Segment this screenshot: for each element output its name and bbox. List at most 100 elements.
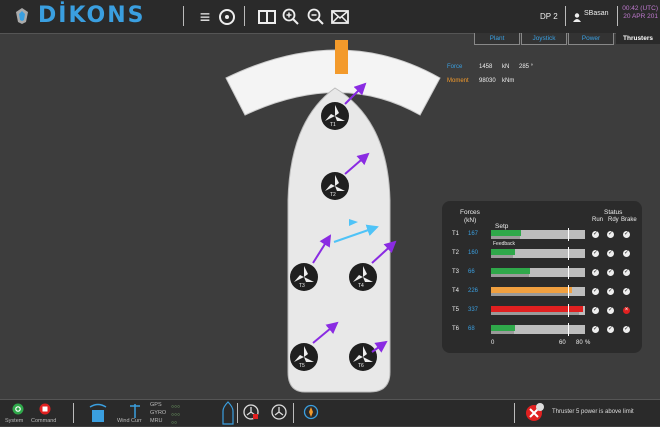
mru-label: MRU bbox=[150, 418, 163, 424]
status-ok-icon: ✓ bbox=[607, 288, 614, 295]
thruster-t6[interactable]: T6 bbox=[348, 342, 378, 372]
thruster-label: T5 bbox=[299, 363, 305, 369]
thruster-label: T2 bbox=[330, 192, 336, 198]
row-force-value: 337 bbox=[468, 307, 479, 313]
forces-unit: (kN) bbox=[464, 217, 477, 224]
status-ok-icon: ✓ bbox=[607, 250, 614, 257]
gps-label: GPS bbox=[150, 402, 162, 408]
limit-line bbox=[568, 228, 569, 241]
compass-icon[interactable] bbox=[303, 403, 319, 421]
axis-tick-0: 0 bbox=[491, 340, 495, 346]
status-ok-icon: ✓ bbox=[623, 288, 630, 295]
heading-marker bbox=[335, 40, 348, 74]
status-ok-icon: ✓ bbox=[607, 326, 614, 333]
row-name: T3 bbox=[452, 269, 460, 275]
feedback-bar bbox=[491, 255, 514, 258]
force-unit: kN bbox=[502, 64, 510, 70]
axis-tick-80: 80 bbox=[576, 340, 583, 346]
status-ok-icon: ✓ bbox=[623, 250, 630, 257]
status-col-run: Run bbox=[592, 217, 604, 223]
status-ok-icon: ✓ bbox=[592, 269, 599, 276]
feedback-bar bbox=[491, 274, 529, 277]
force-value: 1458 bbox=[479, 64, 493, 70]
row-force-value: 226 bbox=[468, 288, 479, 294]
separator bbox=[73, 403, 74, 423]
thruster-label: T3 bbox=[299, 283, 305, 289]
system-label: System bbox=[5, 418, 24, 424]
thruster-label: T1 bbox=[330, 122, 336, 128]
setp-label: Setp bbox=[495, 223, 509, 230]
axis-tick-60: 60 bbox=[559, 340, 566, 346]
alarm-icon[interactable] bbox=[525, 402, 545, 422]
status-ok-icon: ✓ bbox=[592, 326, 599, 333]
row-name: T2 bbox=[452, 250, 460, 256]
limit-line bbox=[568, 304, 569, 317]
separator bbox=[237, 403, 238, 423]
brake-alarm-icon: × bbox=[623, 307, 630, 314]
row-force-bar bbox=[491, 306, 585, 315]
status-ok-icon: ✓ bbox=[623, 231, 630, 238]
force-readout: Force 1458 kN 285 ° bbox=[447, 64, 533, 70]
thruster-t4[interactable]: T4 bbox=[348, 262, 378, 292]
gyro-label: GYRO bbox=[150, 410, 167, 416]
row-name: T5 bbox=[452, 307, 460, 313]
row-name: T4 bbox=[452, 288, 460, 294]
row-force-bar bbox=[491, 268, 585, 277]
status-ok-icon: ✓ bbox=[592, 307, 599, 314]
feedback-bar bbox=[491, 236, 520, 239]
status-ok-icon: ✓ bbox=[623, 269, 630, 276]
row-force-bar bbox=[491, 287, 585, 296]
force-label: Force bbox=[447, 64, 463, 70]
row-force-bar bbox=[491, 325, 585, 334]
thruster-t2[interactable]: T2 bbox=[320, 171, 350, 201]
thruster-label: T4 bbox=[358, 283, 364, 289]
limit-line bbox=[568, 266, 569, 279]
moment-label: Moment bbox=[447, 78, 469, 84]
vessel-mini-icon[interactable] bbox=[222, 401, 234, 425]
command-label: Command bbox=[31, 418, 57, 424]
thruster-label: T6 bbox=[358, 363, 364, 369]
row-force-value: 160 bbox=[468, 250, 479, 256]
limit-line bbox=[568, 323, 569, 336]
status-ok-icon: ✓ bbox=[607, 269, 614, 276]
thruster-t1[interactable]: T1 bbox=[320, 101, 350, 131]
bottom-bar: System Command Wind Curr GPS GYRO MRU ○○… bbox=[0, 399, 660, 426]
command-stop-icon[interactable] bbox=[39, 403, 51, 415]
thruster-overview-icon[interactable] bbox=[271, 404, 287, 420]
separator bbox=[514, 403, 515, 423]
system-power-icon[interactable] bbox=[12, 403, 24, 415]
axis-unit: % bbox=[585, 340, 591, 346]
row-name: T1 bbox=[452, 231, 460, 237]
status-ok-icon: ✓ bbox=[607, 231, 614, 238]
row-force-bar bbox=[491, 230, 585, 239]
wind-curr-label: Wind Curr bbox=[117, 418, 142, 424]
status-ok-icon: ✓ bbox=[623, 326, 630, 333]
feedback-label: Feedback bbox=[493, 241, 515, 247]
force-angle: 285 ° bbox=[519, 64, 534, 70]
row-name: T6 bbox=[452, 326, 460, 332]
thruster-status-panel: Forces (kN) Setp Status Run Rdy Brake Fe… bbox=[442, 201, 642, 353]
row-force-value: 68 bbox=[468, 326, 475, 332]
moment-unit: kNm bbox=[502, 78, 515, 84]
limit-line bbox=[568, 285, 569, 298]
status-col-brake: Brake bbox=[621, 217, 637, 223]
limit-line bbox=[568, 247, 569, 260]
moment-readout: Moment 98030 kNm bbox=[447, 78, 514, 84]
alarm-message: Thruster 5 power is above limit bbox=[552, 409, 634, 415]
status-ok-icon: ✓ bbox=[592, 288, 599, 295]
wind-sensor-icon[interactable] bbox=[87, 402, 109, 424]
status-header: Status bbox=[604, 209, 623, 216]
status-ok-icon: ✓ bbox=[592, 250, 599, 257]
forces-header: Forces bbox=[460, 209, 480, 216]
sensor-status-dots: ○○○ ○○○ ○○ bbox=[171, 404, 181, 426]
feedback-bar bbox=[491, 293, 568, 296]
row-force-value: 167 bbox=[468, 231, 479, 237]
thruster-warning-icon[interactable] bbox=[243, 404, 259, 420]
status-col-rdy: Rdy bbox=[608, 217, 619, 223]
thruster-t5[interactable]: T5 bbox=[289, 342, 319, 372]
status-ok-icon: ✓ bbox=[592, 231, 599, 238]
thruster-t3[interactable]: T3 bbox=[289, 262, 319, 292]
feedback-bar bbox=[491, 331, 515, 334]
feedback-bar bbox=[491, 312, 579, 315]
row-force-value: 66 bbox=[468, 269, 475, 275]
